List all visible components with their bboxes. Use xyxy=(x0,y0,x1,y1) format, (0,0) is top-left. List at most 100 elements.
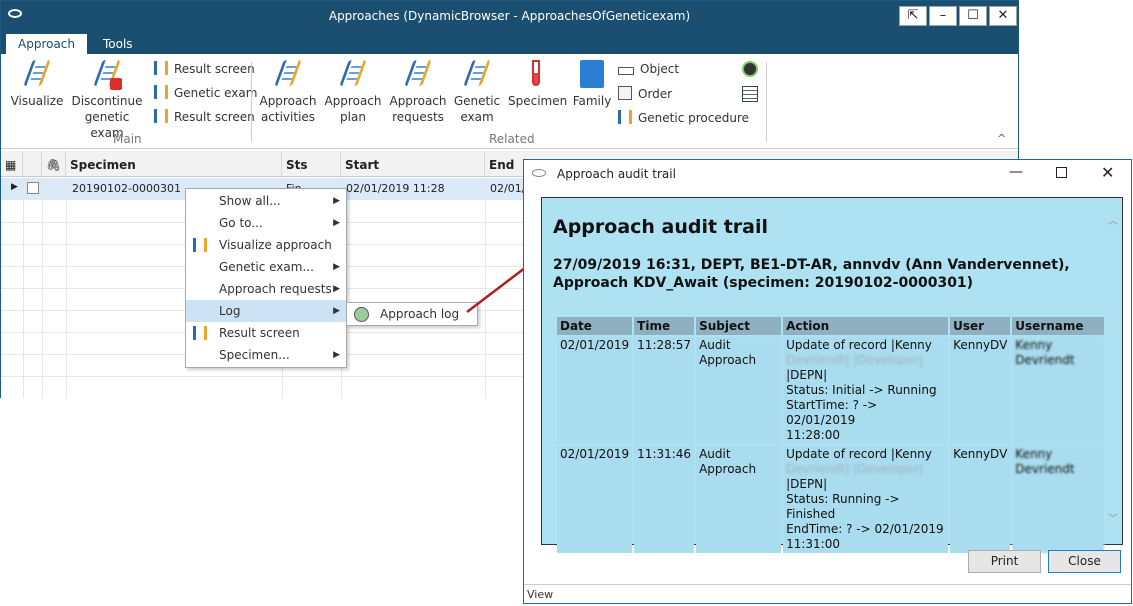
collapse-ribbon-icon[interactable]: ^ xyxy=(997,132,1006,145)
cell-date: 02/01/2019 xyxy=(557,337,633,444)
submenu-arrow-icon: ▶ xyxy=(333,284,340,294)
row-checkbox[interactable] xyxy=(27,182,39,194)
print-button[interactable]: Print xyxy=(968,550,1041,573)
genetic-procedure-button[interactable]: Genetic procedure xyxy=(618,109,749,127)
scroll-up-icon[interactable]: ︿ xyxy=(1108,212,1118,227)
approach-plan-button[interactable]: Approach plan xyxy=(323,58,383,125)
main-title-bar: Approaches (DynamicBrowser - ApproachesO… xyxy=(1,1,1018,31)
cell-subject: Audit Approach xyxy=(696,337,782,444)
result-screen-button[interactable]: Result screen xyxy=(154,60,255,78)
cell-action: Update of record |Kenny Devriendt| |Deve… xyxy=(783,446,949,553)
cell-time: 11:28:57 xyxy=(634,337,695,444)
status-bar: View xyxy=(524,584,1131,603)
column-header-start[interactable]: Start xyxy=(341,151,485,177)
grid-layout-icon[interactable]: ▦ xyxy=(1,151,23,177)
restore-icon[interactable]: ⇱ xyxy=(899,6,927,26)
tab-tools[interactable]: Tools xyxy=(91,34,145,54)
submenu-arrow-icon: ▶ xyxy=(333,262,340,272)
menu-item-log[interactable]: Log ▶ xyxy=(186,300,346,322)
dna-small-icon xyxy=(193,238,207,252)
audit-table: Date Time Subject Action User Username 0… xyxy=(555,315,1106,555)
column-header-sts[interactable]: Sts xyxy=(282,151,341,177)
close-button[interactable]: Close xyxy=(1048,550,1121,573)
order-button[interactable]: Order xyxy=(618,85,672,103)
discontinue-genetic-exam-button[interactable]: Discontinue genetic exam xyxy=(69,58,145,141)
menu-item-visualize-approach[interactable]: Visualize approach xyxy=(186,234,346,256)
audit-report: Approach audit trail 27/09/2019 16:31, D… xyxy=(541,197,1123,553)
approach-activities-button[interactable]: Approach activities xyxy=(258,58,318,125)
menu-item-genetic-exam[interactable]: Genetic exam... ▶ xyxy=(186,256,346,278)
column-header-date: Date xyxy=(557,317,633,335)
dna-info-icon xyxy=(462,58,492,90)
vertical-scrollbar[interactable]: ︿ ﹀ xyxy=(1104,198,1122,544)
menu-item-go-to[interactable]: Go to... ▶ xyxy=(186,212,346,234)
object-button[interactable]: Object xyxy=(618,60,679,78)
cell-start: 02/01/2019 11:28 xyxy=(346,182,445,195)
menu-item-result-screen[interactable]: Result screen xyxy=(186,322,346,344)
test-tube-icon xyxy=(521,58,551,90)
submenu-arrow-icon: ▶ xyxy=(333,196,340,206)
submenu-arrow-icon: ▶ xyxy=(333,350,340,360)
close-icon[interactable]: ✕ xyxy=(1101,163,1114,182)
column-header-username: Username xyxy=(1012,317,1105,335)
column-header-user: User xyxy=(950,317,1011,335)
report-heading: Approach audit trail xyxy=(553,216,769,238)
approach-requests-button[interactable]: Approach requests xyxy=(388,58,448,125)
menu-item-specimen[interactable]: Specimen... ▶ xyxy=(186,344,346,366)
cell-username: Kenny Devriendt xyxy=(1012,446,1105,553)
menu-item-show-all[interactable]: Show all... ▶ xyxy=(186,190,346,212)
audit-trail-dialog: Approach audit trail — ✕ Approach audit … xyxy=(523,159,1132,604)
log-submenu: Approach log xyxy=(346,302,478,326)
close-button[interactable]: ✕ xyxy=(989,6,1017,26)
building-icon[interactable] xyxy=(742,86,758,102)
dna-stop-icon xyxy=(92,58,122,90)
column-header-time: Time xyxy=(634,317,695,335)
log-icon xyxy=(354,307,369,322)
grid-vline xyxy=(66,177,67,398)
grid-vline xyxy=(42,177,43,398)
column-header-action: Action xyxy=(783,317,949,335)
attachment-icon: 🖇 xyxy=(42,151,66,177)
ribbon: Visualize Discontinue genetic exam Resul… xyxy=(1,54,1018,149)
menu-item-approach-log[interactable]: Approach log xyxy=(347,303,477,325)
dialog-title-bar: Approach audit trail — ✕ xyxy=(524,160,1131,188)
specimen-button[interactable]: Specimen xyxy=(508,58,567,109)
ribbon-tabs: Approach Tools xyxy=(1,31,1018,54)
select-all-checkbox[interactable] xyxy=(23,151,42,177)
family-button[interactable]: Family xyxy=(571,58,613,109)
dna-small-icon xyxy=(154,109,168,123)
dna-icon xyxy=(22,58,52,90)
minimize-button[interactable]: — xyxy=(1009,164,1023,180)
grid-vline xyxy=(23,177,24,398)
cell-action: Update of record |Kenny Devriendt| |Deve… xyxy=(783,337,949,444)
genetic-exam-big-button[interactable]: Genetic exam xyxy=(453,58,501,125)
visualize-button[interactable]: Visualize xyxy=(9,58,65,109)
dna-icon xyxy=(403,58,433,90)
tab-approach[interactable]: Approach xyxy=(6,34,88,54)
cell-user: KennyDV xyxy=(950,446,1011,553)
dna-icon xyxy=(273,58,303,90)
table-row: 02/01/2019 11:28:57 Audit Approach Updat… xyxy=(557,337,1105,444)
family-tree-icon xyxy=(577,58,607,90)
scroll-down-icon[interactable]: ﹀ xyxy=(1108,510,1118,525)
minimize-button[interactable]: – xyxy=(929,6,957,26)
maximize-button[interactable] xyxy=(1056,167,1067,178)
cell-end: 02/01/ xyxy=(490,182,526,195)
report-subheading: 27/09/2019 16:31, DEPT, BE1-DT-AR, annvd… xyxy=(553,257,1070,291)
maximize-button[interactable]: ☐ xyxy=(959,6,987,26)
gauge-icon[interactable] xyxy=(742,61,758,77)
row-indicator-icon: ▶ xyxy=(11,182,18,192)
group-label-main: Main xyxy=(113,132,142,146)
context-menu: Show all... ▶ Go to... ▶ Visualize approac… xyxy=(185,188,347,368)
result-screen-button-2[interactable]: Result screen xyxy=(154,108,255,126)
ribbon-separator xyxy=(251,62,252,142)
submenu-arrow-icon: ▶ xyxy=(333,306,340,316)
menu-item-approach-requests[interactable]: Approach requests ▶ xyxy=(186,278,346,300)
dna-small-icon xyxy=(618,110,632,124)
genetic-exam-button[interactable]: Genetic exam xyxy=(154,84,257,102)
column-header-specimen[interactable]: Specimen xyxy=(66,151,282,177)
cell-date: 02/01/2019 xyxy=(557,446,633,553)
cell-user: KennyDV xyxy=(950,337,1011,444)
app-icon xyxy=(532,169,546,177)
submenu-arrow-icon: ▶ xyxy=(333,218,340,228)
